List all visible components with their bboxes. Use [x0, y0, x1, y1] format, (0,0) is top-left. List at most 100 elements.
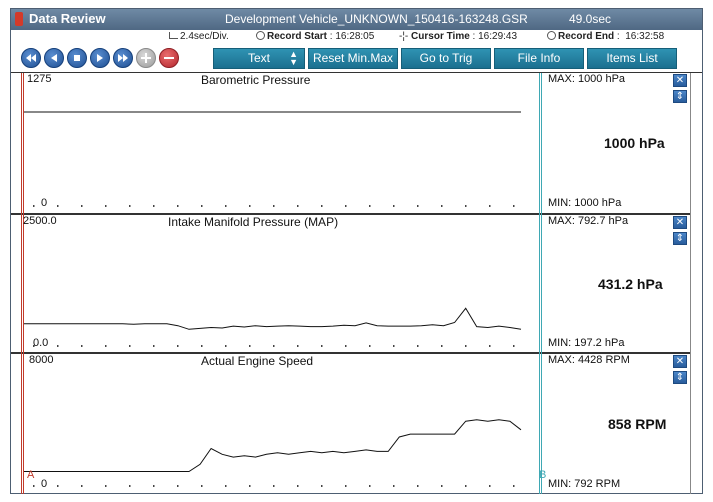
map-y-max: 2500.0: [23, 215, 57, 227]
stop-icon: [74, 55, 80, 61]
time-tick: [441, 205, 443, 207]
engine-speed-current-value: 858 RPM: [608, 416, 667, 432]
barometric-y-min: 0: [41, 197, 48, 209]
skip-to-end-button[interactable]: [113, 48, 133, 68]
chart-area: A B 1275 Barometric Pressure 0 MAX: 1000…: [11, 72, 702, 494]
close-panel-button[interactable]: ✕: [673, 216, 687, 229]
items-list-button[interactable]: Items List: [587, 48, 677, 69]
reset-min-max-button[interactable]: Reset Min.Max: [308, 48, 398, 69]
barometric-current-value: 1000 hPa: [604, 135, 665, 151]
time-tick: [249, 345, 251, 347]
go-to-trig-button[interactable]: Go to Trig: [401, 48, 491, 69]
clock-icon: [547, 31, 556, 40]
close-panel-button[interactable]: ✕: [673, 355, 687, 368]
updown-icon: ⇕: [675, 372, 685, 383]
time-tick: [129, 205, 131, 207]
time-tick: [33, 485, 35, 487]
time-tick: [177, 485, 179, 487]
time-tick: [273, 485, 275, 487]
skip-to-start-button[interactable]: [21, 48, 41, 68]
map-max: MAX: 792.7 hPa: [548, 215, 629, 227]
time-tick: [105, 485, 107, 487]
time-tick: [465, 345, 467, 347]
barometric-min: MIN: 1000 hPa: [548, 197, 622, 209]
skip-to-end-icon: [118, 54, 128, 62]
time-tick: [153, 205, 155, 207]
time-tick: [369, 485, 371, 487]
clock-icon: [256, 31, 265, 40]
engine-speed-y-min: 0: [41, 478, 48, 490]
time-division: 2.4sec/Div.: [169, 31, 229, 42]
record-duration: 49.0sec: [569, 12, 612, 26]
file-info-button[interactable]: File Info: [494, 48, 584, 69]
resize-panel-button[interactable]: ⇕: [673, 90, 687, 103]
close-icon: ✕: [675, 217, 685, 228]
close-icon: ✕: [675, 356, 685, 367]
cursor-marker-a[interactable]: [21, 73, 24, 494]
cursor-icon: -¦-: [399, 31, 409, 42]
time-tick: [249, 485, 251, 487]
engine-speed-min: MIN: 792 RPM: [548, 478, 621, 490]
time-tick: [489, 485, 491, 487]
time-tick: [489, 205, 491, 207]
time-tick: [393, 485, 395, 487]
toolbar: Text ▲ ▼ Reset Min.Max Go to Trig File In…: [11, 45, 702, 71]
time-div-icon: [169, 32, 178, 39]
cursor-marker-b[interactable]: [539, 73, 542, 494]
time-tick: [129, 485, 131, 487]
resize-panel-button[interactable]: ⇕: [673, 371, 687, 384]
time-tick: [513, 205, 515, 207]
time-tick: [105, 205, 107, 207]
time-tick: [81, 485, 83, 487]
updown-icon: ▲ ▼: [289, 49, 298, 67]
resize-panel-button[interactable]: ⇕: [673, 232, 687, 245]
time-tick: [465, 485, 467, 487]
barometric-title: Barometric Pressure: [201, 73, 311, 87]
barometric-y-max: 1275: [27, 73, 52, 85]
time-tick: [273, 205, 275, 207]
title-bar: Data Review Development Vehicle_UNKNOWN_…: [11, 9, 702, 30]
time-tick: [345, 345, 347, 347]
add-button[interactable]: [136, 48, 156, 68]
text-mode-select[interactable]: Text ▲ ▼: [213, 48, 305, 69]
time-tick: [345, 205, 347, 207]
chart-right-border: [690, 73, 691, 494]
data-review-window: Data Review Development Vehicle_UNKNOWN_…: [10, 8, 703, 494]
close-panel-button[interactable]: ✕: [673, 74, 687, 87]
engine-speed-max: MAX: 4428 RPM: [548, 354, 630, 366]
info-bar: 2.4sec/Div. Record Start : 16:28:05 -¦- …: [161, 30, 702, 44]
time-tick: [33, 205, 35, 207]
time-tick: [489, 345, 491, 347]
engine-speed-line: [23, 419, 522, 472]
record-end: Record End : 16:32:58: [547, 31, 664, 42]
time-tick: [345, 485, 347, 487]
time-tick: [177, 205, 179, 207]
previous-icon: [51, 54, 57, 62]
time-tick: [513, 485, 515, 487]
time-tick: [393, 345, 395, 347]
map-current-value: 431.2 hPa: [598, 276, 663, 292]
map-title: Intake Manifold Pressure (MAP): [168, 215, 339, 229]
time-tick: [153, 485, 155, 487]
file-name: Development Vehicle_UNKNOWN_150416-16324…: [225, 12, 528, 26]
time-tick: [57, 485, 59, 487]
time-tick: [129, 345, 131, 347]
remove-icon: [164, 57, 174, 59]
add-icon: [141, 53, 151, 63]
time-tick: [297, 345, 299, 347]
stop-button[interactable]: [67, 48, 87, 68]
remove-button[interactable]: [159, 48, 179, 68]
time-tick: [81, 345, 83, 347]
map-line: [23, 307, 522, 330]
time-tick: [417, 485, 419, 487]
time-tick: [417, 205, 419, 207]
time-tick: [441, 485, 443, 487]
time-tick: [201, 485, 203, 487]
app-icon: [15, 12, 23, 26]
time-tick: [321, 205, 323, 207]
next-button[interactable]: [90, 48, 110, 68]
previous-button[interactable]: [44, 48, 64, 68]
time-tick: [393, 205, 395, 207]
time-tick: [321, 345, 323, 347]
updown-icon: ⇕: [675, 91, 685, 102]
